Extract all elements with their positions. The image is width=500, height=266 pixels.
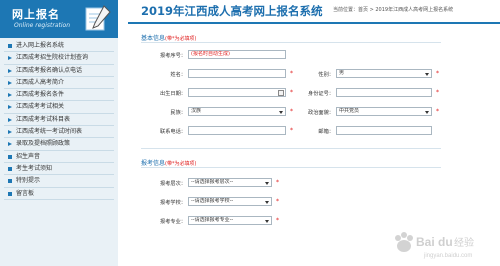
- major-select[interactable]: --请选择报考专业--: [188, 216, 272, 225]
- sidebar: 网上报名 Online registration 进入网上报名系统 江西成考招生…: [0, 0, 118, 266]
- basic-section-label: 基本信息: [141, 35, 166, 42]
- level-required-star: *: [276, 179, 279, 186]
- chevron-down-icon: [265, 200, 269, 204]
- chevron-down-icon: [425, 110, 429, 114]
- email-input[interactable]: [336, 126, 432, 135]
- id-field: (报名时自动生成): [188, 50, 286, 59]
- politics-select[interactable]: 中共党员: [336, 107, 432, 116]
- name-input[interactable]: [188, 69, 286, 78]
- sidebar-subtitle: Online registration: [14, 22, 71, 29]
- gender-select[interactable]: 男: [336, 69, 432, 78]
- sidebar-header: 网上报名 Online registration: [0, 0, 118, 38]
- apply-section-divider: [141, 167, 441, 168]
- basic-section-title: 基本信息(带*为必填项): [141, 33, 196, 42]
- nation-select[interactable]: 汉族: [188, 107, 286, 116]
- sidebar-item-intro[interactable]: 江西成人高考简介: [4, 77, 114, 90]
- politics-required-star: *: [436, 108, 439, 115]
- gender-label: 性别：: [318, 72, 334, 78]
- sidebar-menu: 进入网上报名系统 江西成考招生院校计划查询 江西成考报名确认点电话 江西成人高考…: [0, 40, 118, 200]
- chevron-down-icon: [425, 72, 429, 76]
- svg-text:jingyan.baidu.com: jingyan.baidu.com: [423, 253, 472, 259]
- school-label: 报考学校：: [160, 200, 186, 206]
- name-label: 姓名：: [170, 72, 186, 78]
- apply-top-divider: [141, 148, 441, 149]
- major-value: --请选择报考专业--: [191, 217, 234, 223]
- chevron-down-icon: [265, 219, 269, 223]
- sidebar-item-school-plan[interactable]: 江西成考招生院校计划查询: [4, 52, 114, 65]
- school-select[interactable]: --请选择报考学校--: [188, 197, 272, 206]
- page-title: 2019年江西成人高考网上报名系统: [141, 4, 323, 18]
- basic-section-divider: [141, 42, 441, 43]
- sidebar-item-exam-related[interactable]: 江西成考考试相关: [4, 101, 114, 114]
- chevron-down-icon: [265, 181, 269, 185]
- idcard-label: 身份证号：: [308, 91, 334, 97]
- sidebar-item-schedule[interactable]: 江西成考统一考试时间表: [4, 126, 114, 139]
- header-divider: [128, 22, 500, 24]
- sidebar-item-tips[interactable]: 特别提示: [4, 175, 114, 188]
- level-label: 报考层次：: [160, 181, 186, 187]
- phone-label: 联系电话：: [160, 129, 186, 135]
- sidebar-item-voice[interactable]: 招生声音: [4, 151, 114, 163]
- sidebar-item-guestbook[interactable]: 留言板: [4, 188, 114, 200]
- idcard-input[interactable]: [336, 88, 432, 97]
- birth-label: 出生日期：: [160, 91, 186, 97]
- politics-label: 政治面貌：: [308, 110, 334, 116]
- svg-text:du: du: [438, 235, 453, 249]
- sidebar-item-notice[interactable]: 考生考试须知: [4, 163, 114, 176]
- apply-section-label: 报考信息: [141, 160, 166, 167]
- sidebar-item-register[interactable]: 进入网上报名系统: [4, 40, 114, 53]
- sidebar-title: 网上报名: [12, 8, 60, 21]
- major-label: 报考专业：: [160, 219, 186, 225]
- level-select[interactable]: --请选择报考层次--: [188, 178, 272, 187]
- idcard-required-star: *: [436, 89, 439, 96]
- sidebar-item-confirm-phone[interactable]: 江西成考报名确认点电话: [4, 65, 114, 77]
- breadcrumb: 当前位置：首页 > 2019年江西成人高考网上报名系统: [333, 7, 454, 13]
- level-value: --请选择报考层次--: [191, 179, 234, 185]
- id-label: 报考序号：: [160, 53, 186, 59]
- gender-required-star: *: [436, 70, 439, 77]
- school-value: --请选择报考学校--: [191, 198, 234, 204]
- birth-required-star: *: [290, 89, 293, 96]
- nation-required-star: *: [290, 108, 293, 115]
- name-required-star: *: [290, 70, 293, 77]
- major-required-star: *: [276, 217, 279, 224]
- birth-date-input[interactable]: [188, 88, 286, 97]
- phone-required-star: *: [290, 127, 293, 134]
- svg-text:Bai: Bai: [416, 235, 435, 249]
- gender-value: 男: [339, 70, 345, 76]
- nation-label: 民族：: [170, 110, 186, 116]
- chevron-down-icon: [279, 110, 283, 114]
- sidebar-item-conditions[interactable]: 江西成考报名条件: [4, 89, 114, 102]
- nation-value: 汉族: [191, 108, 202, 114]
- politics-value: 中共党员: [339, 108, 360, 114]
- phone-input[interactable]: [188, 126, 286, 135]
- apply-section-title: 报考信息(带*为必填项): [141, 158, 196, 167]
- school-required-star: *: [276, 198, 279, 205]
- baidu-watermark-logo: Bai du 经验 jingyan.baidu.com: [395, 232, 474, 259]
- svg-text:经验: 经验: [454, 236, 474, 249]
- calendar-icon[interactable]: [278, 89, 284, 96]
- pen-paper-icon: [85, 5, 111, 31]
- sidebar-item-subjects[interactable]: 江西成考考试科目表: [4, 114, 114, 127]
- email-label: 邮箱：: [318, 129, 334, 135]
- sidebar-item-policy[interactable]: 录取及提档照顾政策: [4, 138, 114, 151]
